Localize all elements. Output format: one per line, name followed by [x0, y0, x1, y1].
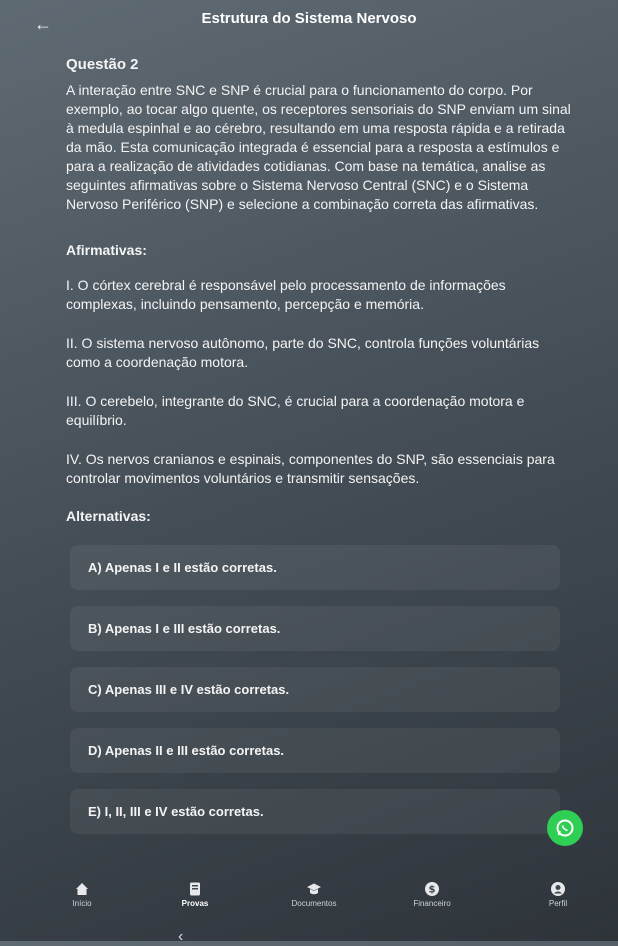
- tab-perfil[interactable]: Perfil: [518, 881, 598, 908]
- alternative-e[interactable]: E) I, II, III e IV estão corretas.: [70, 789, 560, 834]
- alternatives-heading: Alternativas:: [66, 508, 151, 524]
- question-label: Questão 2: [66, 56, 139, 73]
- affirmation-3: III. O cerebelo, integrante do SNC, é cr…: [66, 393, 525, 428]
- chevron-left-icon[interactable]: ‹: [178, 928, 183, 946]
- tab-label: Perfil: [548, 899, 568, 908]
- tab-provas[interactable]: Provas: [155, 881, 235, 908]
- whatsapp-button[interactable]: [547, 810, 583, 846]
- page-title: Estrutura do Sistema Nervoso: [201, 10, 417, 27]
- tab-label: Financeiro: [413, 899, 451, 908]
- affirmation-4: IV. Os nervos cranianos e espinais, comp…: [66, 451, 555, 486]
- tab-label: Início: [72, 899, 92, 908]
- affirmations-heading: Afirmativas:: [66, 242, 147, 258]
- affirmation-1: I. O córtex cerebral é responsável pelo …: [66, 277, 506, 312]
- question-text: A interação entre SNC e SNP é crucial pa…: [66, 82, 571, 212]
- exam-icon: [190, 882, 200, 896]
- svg-text:$: $: [429, 885, 436, 896]
- alternative-a[interactable]: A) Apenas I e II estão corretas.: [70, 545, 560, 590]
- tab-documentos[interactable]: Documentos: [274, 881, 354, 908]
- question-content: Questão 2 A interação entre SNC e SNP é …: [66, 56, 574, 542]
- affirmation-2: II. O sistema nervoso autônomo, parte do…: [66, 335, 540, 370]
- bottom-tab-bar: Início Provas Documentos $ Financeiro Pe…: [0, 875, 618, 941]
- alternative-b[interactable]: B) Apenas I e III estão corretas.: [70, 606, 560, 651]
- user-icon: [551, 882, 565, 896]
- home-icon: [76, 883, 88, 895]
- alternatives-list: A) Apenas I e II estão corretas. B) Apen…: [70, 545, 560, 850]
- alternative-d[interactable]: D) Apenas II e III estão corretas.: [70, 728, 560, 773]
- tab-label: Provas: [181, 899, 209, 908]
- dollar-icon: $: [425, 882, 439, 896]
- tab-financeiro[interactable]: $ Financeiro: [392, 881, 472, 908]
- whatsapp-icon: [556, 819, 574, 837]
- graduation-cap-icon: [307, 883, 321, 895]
- alternative-c[interactable]: C) Apenas III e IV estão corretas.: [70, 667, 560, 712]
- tab-label: Documentos: [291, 899, 337, 908]
- top-bar: ← Estrutura do Sistema Nervoso: [0, 0, 618, 40]
- tab-inicio[interactable]: Início: [42, 881, 122, 908]
